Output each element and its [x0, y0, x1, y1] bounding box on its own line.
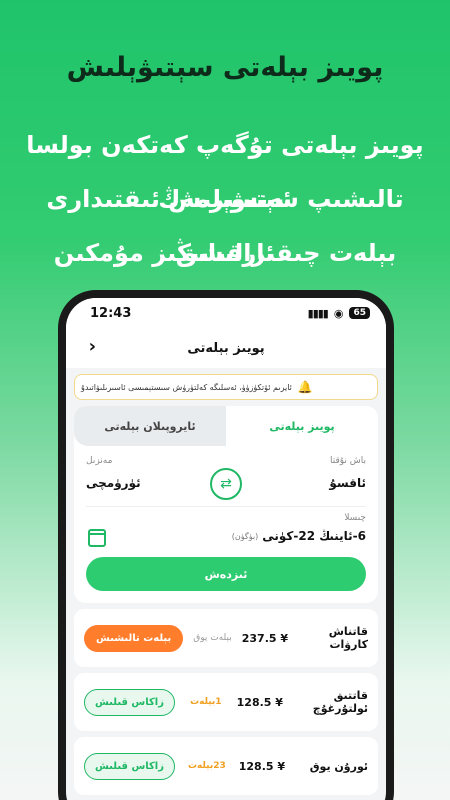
to-label: مەنزىل: [86, 456, 113, 466]
to-name: ئۈرۈمچى: [86, 476, 141, 490]
seat-type: قاتناش كارۋات: [328, 625, 368, 651]
tab-train[interactable]: پويىز بېلەتى: [226, 406, 378, 446]
seat-type: ئورۇن يوق: [309, 759, 368, 773]
calendar-icon: [88, 529, 106, 547]
from-label: باش نۇقتا: [329, 456, 366, 466]
booking-card: پويىز بېلەتى ئايروپىلان بېلەتى باش نۇقتا…: [74, 406, 378, 603]
tab-flight[interactable]: ئايروپىلان بېلەتى: [74, 406, 226, 446]
promo-line-3: بېلەت چىقىرالىشىڭىز مۇمكىن: [53, 239, 397, 267]
promo-title: پويىز بېلەتى سېتىۋېلىش: [66, 52, 384, 83]
seat-price: ¥ 128.5: [238, 759, 286, 773]
nav-title: پويىز بېلەتى: [187, 340, 265, 356]
app-screen: 12:43 ▮▮▮▮ ◉ 65 ‹ پويىز بېلەتى 🔔 ئايرىم …: [66, 298, 386, 800]
seat-type: قاتتىق ئولتۇرغۇچ: [312, 689, 368, 715]
train-option-1: قاتناش كارۋات ¥ 237.5 بېلەت يوق بېلەت تا…: [74, 609, 378, 667]
seat-availability: بېلەت يوق: [193, 633, 232, 643]
grab-ticket-button[interactable]: بېلەت تالىشىش: [84, 624, 184, 652]
promo-line-1: پويىز بېلەتى تۇگەپ كەتكەن بولسا ئەنسىرمە…: [26, 131, 424, 213]
seat-availability: 23بېلەت: [187, 761, 226, 771]
wifi-icon: ◉: [333, 306, 344, 320]
from-station[interactable]: باش نۇقتا ئاقسۇ: [256, 456, 366, 500]
from-name: ئاقسۇ: [329, 476, 366, 490]
status-bar: 12:43 ▮▮▮▮ ◉ 65: [66, 298, 386, 328]
date-label: چىسلا: [344, 513, 366, 523]
phone-frame: 12:43 ▮▮▮▮ ◉ 65 ‹ پويىز بېلەتى 🔔 ئايرىم …: [58, 290, 394, 800]
order-button[interactable]: زاكاس قىلىش: [84, 752, 175, 780]
bell-icon: 🔔: [297, 380, 313, 394]
status-time: 12:43: [90, 305, 132, 321]
ticket-tabs: پويىز بېلەتى ئايروپىلان بېلەتى: [74, 406, 378, 446]
back-arrow-icon[interactable]: ‹: [76, 338, 96, 358]
train-option-3: ئورۇن يوق ¥ 128.5 23بېلەت زاكاس قىلىش: [74, 737, 378, 795]
seat-availability: 1بېلەت: [190, 697, 222, 707]
date-today: (بۈگۈن): [231, 531, 259, 541]
route-selector: باش نۇقتا ئاقسۇ ⇄ مەنزىل ئۈرۈمچى: [74, 446, 378, 506]
swap-stations-icon[interactable]: ⇄: [210, 468, 242, 500]
order-button[interactable]: زاكاس قىلىش: [84, 688, 175, 716]
promo-line-2: تالىشىپ سېتىۋېلىش ئىقتىدارى ئارقىلىق: [46, 185, 404, 267]
date-value: 6-ئاينىڭ 22-كۈنى: [262, 529, 366, 543]
date-selector[interactable]: چىسلا 6-ئاينىڭ 22-كۈنى (بۈگۈن): [74, 507, 378, 549]
notice-banner[interactable]: 🔔 ئايرىم ئۆتكۈزۈۈ، ئەسلىگە كەلتۈرۈش سىست…: [74, 374, 378, 400]
signal-icon: ▮▮▮▮: [307, 306, 329, 320]
promo-lines: پويىز بېلەتى تۇگەپ كەتكەن بولسا ئەنسىرمە…: [0, 118, 450, 280]
status-icons: ▮▮▮▮ ◉ 65: [308, 307, 370, 320]
date-row: 6-ئاينىڭ 22-كۈنى (بۈگۈن): [86, 529, 366, 543]
seat-price: ¥ 128.5: [236, 695, 283, 709]
search-button[interactable]: ئىزدەش: [86, 557, 366, 591]
seat-price: ¥ 237.5: [241, 631, 289, 645]
nav-bar: ‹ پويىز بېلەتى: [66, 328, 386, 368]
train-option-2: قاتتىق ئولتۇرغۇچ ¥ 128.5 1بېلەت زاكاس قى…: [74, 673, 378, 731]
notice-text: ئايرىم ئۆتكۈزۈۈ، ئەسلىگە كەلتۈرۈش سىستېم…: [81, 382, 292, 392]
battery-icon: 65: [349, 307, 370, 319]
to-station[interactable]: مەنزىل ئۈرۈمچى: [86, 456, 196, 500]
